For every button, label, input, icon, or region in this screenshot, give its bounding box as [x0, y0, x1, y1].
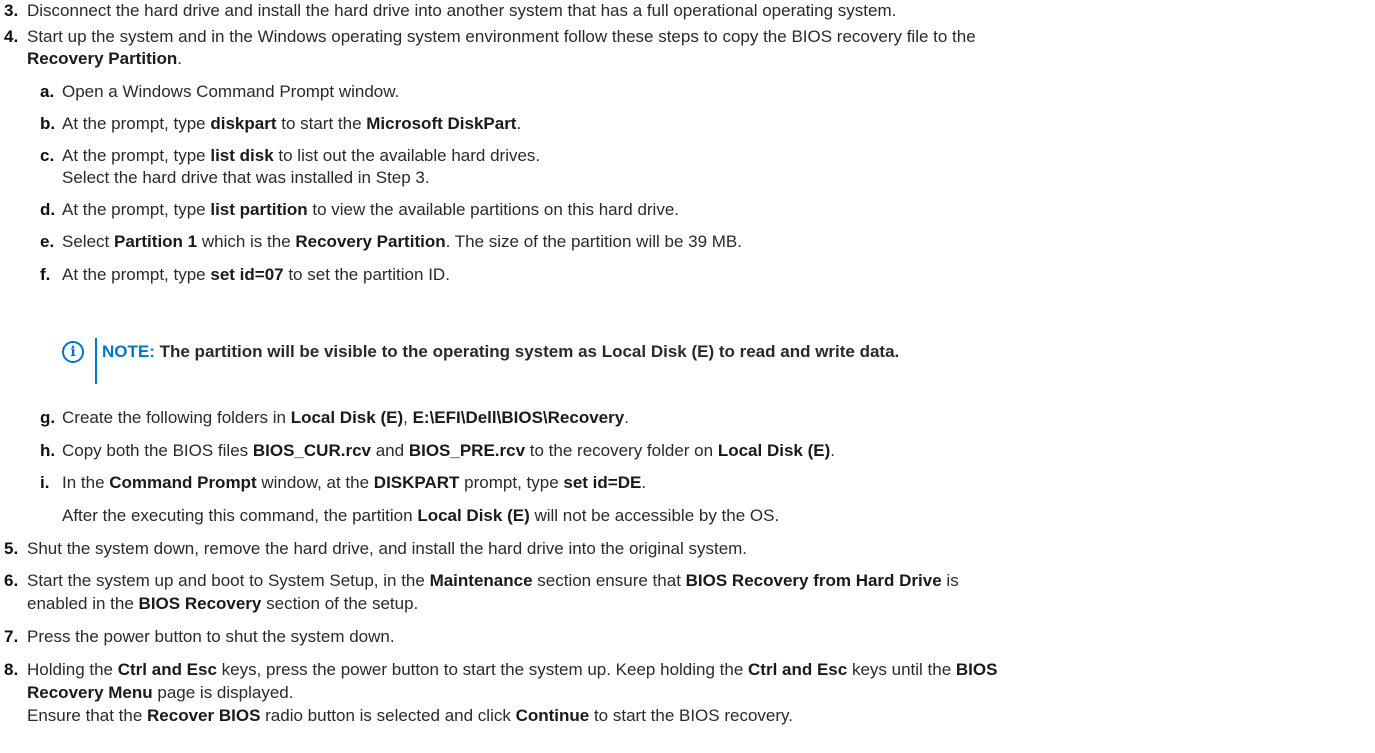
substep-letter: b.: [40, 114, 56, 133]
substep-letter: h.: [40, 441, 56, 460]
note-callout: i NOTE: The partition will be visible to…: [62, 338, 1062, 386]
step-number: 4.: [4, 27, 19, 46]
step-number: 5.: [4, 539, 19, 558]
bold-term: Recovery Partition: [27, 49, 178, 68]
step-text: Disconnect the hard drive and install th…: [27, 1, 897, 20]
step-text: Holding the Ctrl and Esc keys, press the…: [27, 660, 998, 679]
substep-letter: a.: [40, 82, 55, 101]
substep-text: In the Command Prompt window, at the DIS…: [62, 473, 647, 492]
substep-letter: g.: [40, 408, 56, 427]
substep-letter: f.: [40, 265, 51, 284]
substep-text: At the prompt, type list disk to list ou…: [62, 146, 541, 165]
step-number: 6.: [4, 571, 19, 590]
substep-text: Open a Windows Command Prompt window.: [62, 82, 400, 101]
note-label: NOTE:: [102, 342, 155, 361]
step-text: Recovery Menu page is displayed.: [27, 683, 294, 702]
substep-text: Create the following folders in Local Di…: [62, 408, 629, 427]
substep-letter: e.: [40, 232, 55, 251]
step-number: 3.: [4, 1, 19, 20]
substep-text: Select Partition 1 which is the Recovery…: [62, 232, 742, 251]
step-text: enabled in the BIOS Recovery section of …: [27, 594, 419, 613]
substep-text: At the prompt, type list partition to vi…: [62, 200, 680, 219]
step-number: 8.: [4, 660, 19, 679]
note-divider: [95, 338, 97, 384]
step-text: Recovery Partition.: [27, 49, 182, 68]
substep-letter: i.: [40, 473, 50, 492]
step-text: Press the power button to shut the syste…: [27, 627, 395, 646]
substep-text: After the executing this command, the pa…: [62, 506, 780, 525]
substep-text: Copy both the BIOS files BIOS_CUR.rcv an…: [62, 441, 835, 460]
substep-text: Select the hard drive that was installed…: [62, 168, 430, 187]
substep-text: At the prompt, type set id=07 to set the…: [62, 265, 450, 284]
step-text: Start up the system and in the Windows o…: [27, 27, 976, 46]
substep-letter: d.: [40, 200, 56, 219]
substep-letter: c.: [40, 146, 55, 165]
substep-text: At the prompt, type diskpart to start th…: [62, 114, 522, 133]
step-text: Start the system up and boot to System S…: [27, 571, 959, 590]
note-text: NOTE: The partition will be visible to t…: [102, 342, 900, 361]
step-text: Shut the system down, remove the hard dr…: [27, 539, 748, 558]
info-icon: i: [62, 341, 84, 363]
step-text: Ensure that the Recover BIOS radio butto…: [27, 706, 793, 725]
step-number: 7.: [4, 627, 19, 646]
